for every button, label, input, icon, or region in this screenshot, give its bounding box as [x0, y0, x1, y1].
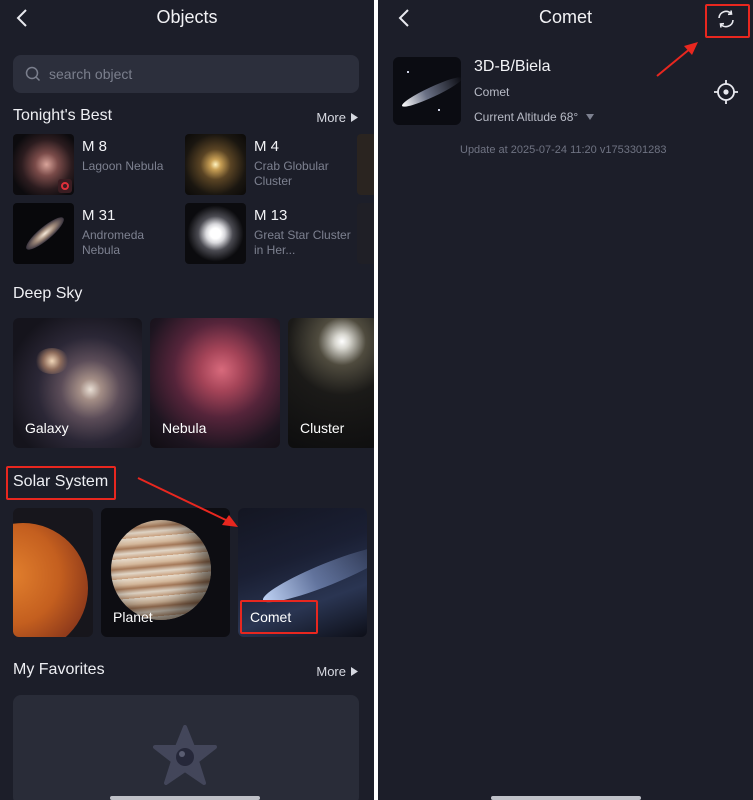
- favorites-empty-box: [13, 695, 359, 800]
- altitude-selector[interactable]: Current Altitude 68°: [474, 110, 595, 124]
- tonights-best-more-link[interactable]: More: [316, 110, 358, 125]
- card-label: Galaxy: [25, 420, 69, 436]
- search-input[interactable]: [49, 66, 329, 82]
- objects-navbar: Objects: [0, 0, 374, 36]
- solar-card-mars[interactable]: [13, 508, 93, 637]
- comet-navbar: Comet: [378, 0, 753, 36]
- deep-sky-title: Deep Sky: [13, 285, 83, 302]
- best-item-m13[interactable]: M 13 Great Star Cluster in Her...: [185, 203, 355, 265]
- mars-image: [13, 523, 88, 637]
- best-item-m8[interactable]: M 8 Lagoon Nebula: [13, 134, 183, 196]
- deep-sky-card-cluster[interactable]: Cluster: [288, 318, 374, 448]
- solar-system-title: Solar System: [13, 473, 109, 490]
- deep-sky-card-galaxy[interactable]: Galaxy: [13, 318, 142, 448]
- home-indicator: [491, 796, 641, 800]
- tonights-best-title: Tonight's Best: [13, 107, 113, 124]
- m8-thumbnail: [13, 134, 74, 195]
- home-indicator: [110, 796, 260, 800]
- galaxy-image: [35, 348, 69, 374]
- card-label: Cluster: [300, 420, 345, 436]
- more-label: More: [316, 110, 346, 125]
- object-name: 3D-B/Biela: [474, 58, 551, 75]
- best-item-desc: Great Star Cluster in Her...: [254, 228, 351, 257]
- comet-thumbnail: [393, 57, 461, 125]
- m31-thumbnail: [13, 203, 74, 264]
- more-label: More: [316, 664, 346, 679]
- page-title: Objects: [156, 7, 218, 27]
- annotation-arrow: [656, 42, 698, 77]
- search-icon: [25, 66, 41, 82]
- best-item-desc: Crab Globular Cluster: [254, 159, 329, 188]
- deep-sky-card-nebula[interactable]: Nebula: [150, 318, 280, 448]
- play-right-icon: [351, 113, 358, 122]
- objects-screen: Objects Tonight's Best More M 8 Lagoon N…: [0, 0, 374, 800]
- altitude-text: Current Altitude 68°: [474, 110, 579, 124]
- solar-card-comet[interactable]: Comet: [238, 508, 367, 637]
- best-item-peek: [357, 134, 374, 195]
- best-item-m31[interactable]: M 31 Andromeda Nebula: [13, 203, 183, 265]
- best-item-name: M 13: [254, 207, 288, 224]
- back-icon: [398, 9, 409, 27]
- favorites-title: My Favorites: [13, 661, 105, 678]
- best-item-desc: Andromeda Nebula: [82, 228, 145, 257]
- play-right-icon: [351, 667, 358, 676]
- page-title: Comet: [538, 7, 592, 27]
- back-button[interactable]: [10, 6, 34, 30]
- card-label: Planet: [113, 609, 153, 625]
- object-type: Comet: [474, 85, 510, 99]
- update-info: Update at 2025-07-24 11:20 v1753301283: [460, 144, 667, 156]
- comet-tail: [258, 537, 367, 611]
- locate-button[interactable]: [713, 79, 739, 105]
- card-label: Comet: [250, 609, 292, 625]
- card-label: Nebula: [162, 420, 207, 436]
- best-item-desc: Lagoon Nebula: [82, 159, 164, 173]
- m4-thumbnail: [185, 134, 246, 195]
- back-button[interactable]: [392, 6, 416, 30]
- jupiter-image: [111, 520, 211, 620]
- refresh-button[interactable]: [713, 6, 739, 32]
- locate-crosshair-icon: [714, 80, 738, 104]
- dropdown-icon: [586, 114, 595, 120]
- best-item-name: M 4: [254, 138, 280, 155]
- best-item-m4[interactable]: M 4 Crab Globular Cluster: [185, 134, 355, 196]
- back-icon: [16, 9, 27, 27]
- best-item-name: M 31: [82, 207, 116, 224]
- best-item-peek: [357, 203, 374, 264]
- favorites-more-link[interactable]: More: [316, 664, 358, 679]
- star-icon: [153, 725, 217, 785]
- search-bar[interactable]: [13, 55, 359, 93]
- best-item-name: M 8: [82, 138, 108, 155]
- refresh-icon: [718, 10, 734, 28]
- camera-badge: [58, 179, 72, 193]
- m13-thumbnail: [185, 203, 246, 264]
- comet-screen: Comet 3D-B/Biela Comet Current Altitude …: [378, 0, 753, 800]
- annotation-arrow: [137, 477, 238, 527]
